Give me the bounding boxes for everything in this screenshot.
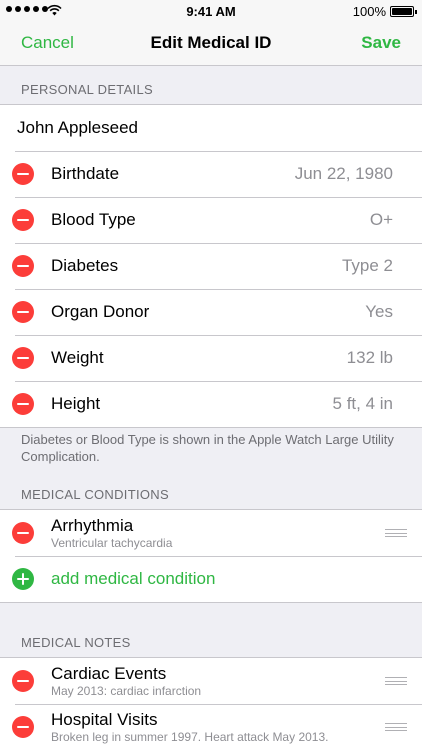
- delete-diabetes-button[interactable]: [12, 255, 34, 277]
- personal-details-footer: Diabetes or Blood Type is shown in the A…: [21, 432, 394, 464]
- condition-row[interactable]: Arrhythmia Ventricular tachycardia: [0, 510, 422, 556]
- delete-blood-type-button[interactable]: [12, 209, 34, 231]
- condition-title: Arrhythmia: [51, 515, 134, 535]
- add-medical-condition-row[interactable]: add medical condition: [0, 556, 422, 602]
- battery-icon: [390, 6, 417, 17]
- medical-notes-group: Cardiac Events May 2013: cardiac infarct…: [0, 657, 422, 750]
- reorder-handle-icon[interactable]: [385, 723, 407, 731]
- weight-label: Weight: [51, 348, 104, 367]
- weight-value: 132 lb: [346, 348, 393, 367]
- height-label: Height: [51, 394, 101, 413]
- delete-height-button[interactable]: [12, 393, 34, 415]
- delete-birthdate-button[interactable]: [12, 163, 34, 185]
- weight-row[interactable]: Weight 132 lb: [0, 335, 422, 381]
- diabetes-label: Diabetes: [51, 256, 119, 275]
- personal-details-group: John Appleseed Birthdate Jun 22, 1980 Bl…: [0, 104, 422, 428]
- reorder-handle-icon[interactable]: [385, 529, 407, 537]
- diabetes-row[interactable]: Diabetes Type 2: [0, 243, 422, 289]
- birthdate-row[interactable]: Birthdate Jun 22, 1980: [0, 151, 422, 197]
- organ-donor-row[interactable]: Organ Donor Yes: [0, 289, 422, 335]
- save-button[interactable]: Save: [361, 33, 401, 53]
- birthdate-value: Jun 22, 1980: [294, 164, 393, 183]
- medical-notes-header: MEDICAL NOTES: [21, 635, 131, 650]
- status-bar: 9:41 AM 100%: [0, 0, 422, 22]
- medical-conditions-group: Arrhythmia Ventricular tachycardia add m…: [0, 509, 422, 603]
- note-row[interactable]: Cardiac Events May 2013: cardiac infarct…: [0, 658, 422, 704]
- blood-type-value: O+: [369, 210, 393, 229]
- delete-condition-button[interactable]: [12, 522, 34, 544]
- organ-donor-label: Organ Donor: [51, 302, 150, 321]
- note-subtitle: May 2013: cardiac infarction: [51, 683, 202, 698]
- diabetes-value: Type 2: [341, 256, 393, 275]
- battery-percentage: 100%: [352, 4, 386, 19]
- birthdate-label: Birthdate: [51, 164, 120, 183]
- note-subtitle: Broken leg in summer 1997. Heart attack …: [51, 729, 329, 744]
- name-field[interactable]: John Appleseed: [0, 105, 422, 151]
- blood-type-row[interactable]: Blood Type O+: [0, 197, 422, 243]
- height-row[interactable]: Height 5 ft, 4 in: [0, 381, 422, 427]
- blood-type-label: Blood Type: [51, 210, 136, 229]
- note-title: Hospital Visits: [51, 709, 158, 729]
- personal-details-header: PERSONAL DETAILS: [21, 82, 153, 97]
- delete-organ-donor-button[interactable]: [12, 301, 34, 323]
- page-title: Edit Medical ID: [150, 33, 272, 52]
- delete-note-button[interactable]: [12, 716, 34, 738]
- height-value: 5 ft, 4 in: [332, 394, 393, 413]
- medical-conditions-header: MEDICAL CONDITIONS: [21, 487, 169, 502]
- organ-donor-value: Yes: [365, 302, 393, 321]
- note-row[interactable]: Hospital Visits Broken leg in summer 199…: [0, 704, 422, 750]
- condition-subtitle: Ventricular tachycardia: [51, 535, 173, 550]
- navigation-bar: Cancel Edit Medical ID Save: [0, 22, 422, 66]
- add-medical-condition-button[interactable]: add medical condition: [51, 569, 215, 589]
- add-condition-icon[interactable]: [12, 568, 34, 590]
- delete-note-button[interactable]: [12, 670, 34, 692]
- note-title: Cardiac Events: [51, 663, 167, 683]
- delete-weight-button[interactable]: [12, 347, 34, 369]
- reorder-handle-icon[interactable]: [385, 677, 407, 685]
